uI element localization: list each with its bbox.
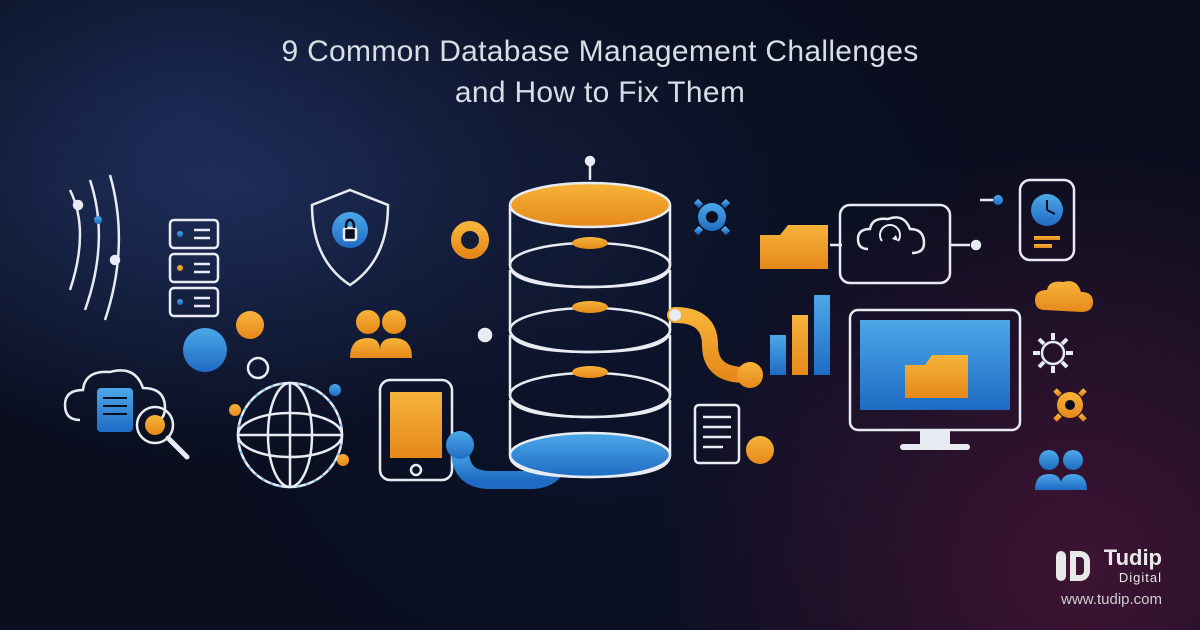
clock-device-icon [1020, 180, 1074, 260]
database-stack-icon [510, 157, 670, 477]
users-icon [350, 310, 412, 358]
sync-cloud-icon [840, 205, 950, 283]
network-lines-icon [70, 175, 119, 320]
brand-tagline: Digital [1104, 570, 1162, 585]
dot-icon [183, 328, 227, 372]
magnifier-icon [137, 407, 187, 457]
document-icon [695, 405, 739, 463]
brand-block: Tudip Digital www.tudip.com [1052, 545, 1162, 608]
brand-logo-icon [1052, 545, 1094, 587]
hero-illustration [50, 150, 1150, 520]
title-line-1: 9 Common Database Management Challenges [281, 35, 918, 68]
gear-icon [1048, 383, 1092, 427]
brand-name: Tudip [1104, 545, 1162, 570]
bar-chart-icon [770, 295, 830, 375]
monitor-icon [850, 310, 1020, 450]
cloud-icon [1035, 281, 1093, 312]
brand-url: www.tudip.com [1052, 591, 1162, 608]
gear-icon [690, 195, 734, 239]
folder-icon [760, 225, 828, 269]
dot-icon [236, 311, 264, 339]
tablet-icon [380, 380, 452, 480]
ring-icon [248, 358, 268, 378]
globe-icon [229, 383, 349, 487]
security-shield-icon [312, 190, 388, 285]
users-icon [1035, 450, 1087, 490]
title-line-2: and How to Fix Them [455, 76, 745, 109]
gear-icon [1033, 333, 1073, 373]
page-title: 9 Common Database Management Challenges … [0, 32, 1200, 113]
server-rack-icon [170, 220, 218, 316]
